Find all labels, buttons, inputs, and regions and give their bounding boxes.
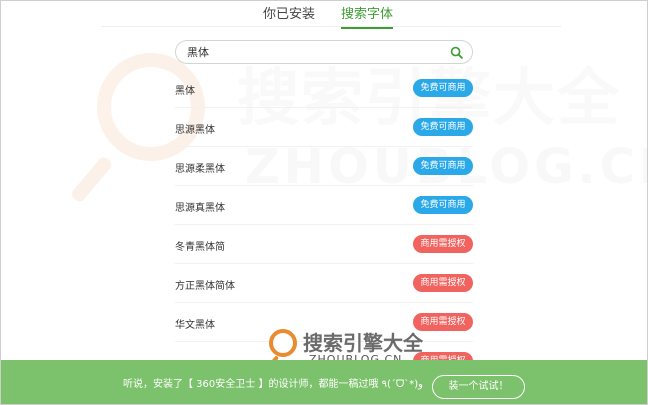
list-item[interactable]: 思源黑体 免费可商用 xyxy=(175,108,473,147)
search-input[interactable] xyxy=(187,44,437,60)
font-name: 思源黑体 xyxy=(175,125,215,136)
license-badge[interactable]: 商用需授权 xyxy=(413,313,473,331)
list-item[interactable]: 思源柔黑体 免费可商用 xyxy=(175,147,473,186)
license-badge[interactable]: 免费可商用 xyxy=(413,196,473,214)
tab-search-fonts[interactable]: 搜索字体 xyxy=(341,3,394,29)
promo-message: 听说，安装了【 360安全卫士 】的设计师，都能一稿过哦 ٩(ˊᗜˋ*)و xyxy=(123,379,423,390)
list-item[interactable]: 冬青黑体简 商用需授权 xyxy=(175,225,473,264)
font-name: 方正黑体简体 xyxy=(175,281,235,292)
font-name: 黑体 xyxy=(175,86,195,97)
license-badge[interactable]: 商用需授权 xyxy=(413,235,473,253)
search-icon[interactable] xyxy=(450,46,463,59)
license-badge[interactable]: 免费可商用 xyxy=(413,157,473,175)
list-item[interactable]: 黑体 免费可商用 xyxy=(175,69,473,108)
promo-banner: 听说，安装了【 360安全卫士 】的设计师，都能一稿过哦 ٩(ˊᗜˋ*)و 装一… xyxy=(1,360,647,404)
tab-bar: 你已安装 搜索字体 xyxy=(101,1,561,29)
magnifier-handle xyxy=(69,155,114,204)
font-name: 冬青黑体简 xyxy=(175,242,225,253)
font-name: 华文黑体 xyxy=(175,320,215,331)
license-badge[interactable]: 免费可商用 xyxy=(413,79,473,97)
font-name: 思源柔黑体 xyxy=(175,164,225,175)
list-item[interactable]: 方正黑体简体 商用需授权 xyxy=(175,264,473,303)
list-item[interactable]: 思源真黑体 免费可商用 xyxy=(175,186,473,225)
list-item[interactable]: 华文黑体 商用需授权 xyxy=(175,303,473,342)
tab-installed[interactable]: 你已安装 xyxy=(263,3,315,27)
license-badge[interactable]: 免费可商用 xyxy=(413,118,473,136)
search-box xyxy=(175,40,473,64)
font-name: 思源真黑体 xyxy=(175,203,225,214)
font-list: 黑体 免费可商用 思源黑体 免费可商用 思源柔黑体 免费可商用 思源真黑体 免费… xyxy=(175,69,473,381)
license-badge[interactable]: 商用需授权 xyxy=(413,274,473,292)
install-try-button[interactable]: 装一个试试！ xyxy=(432,375,525,399)
